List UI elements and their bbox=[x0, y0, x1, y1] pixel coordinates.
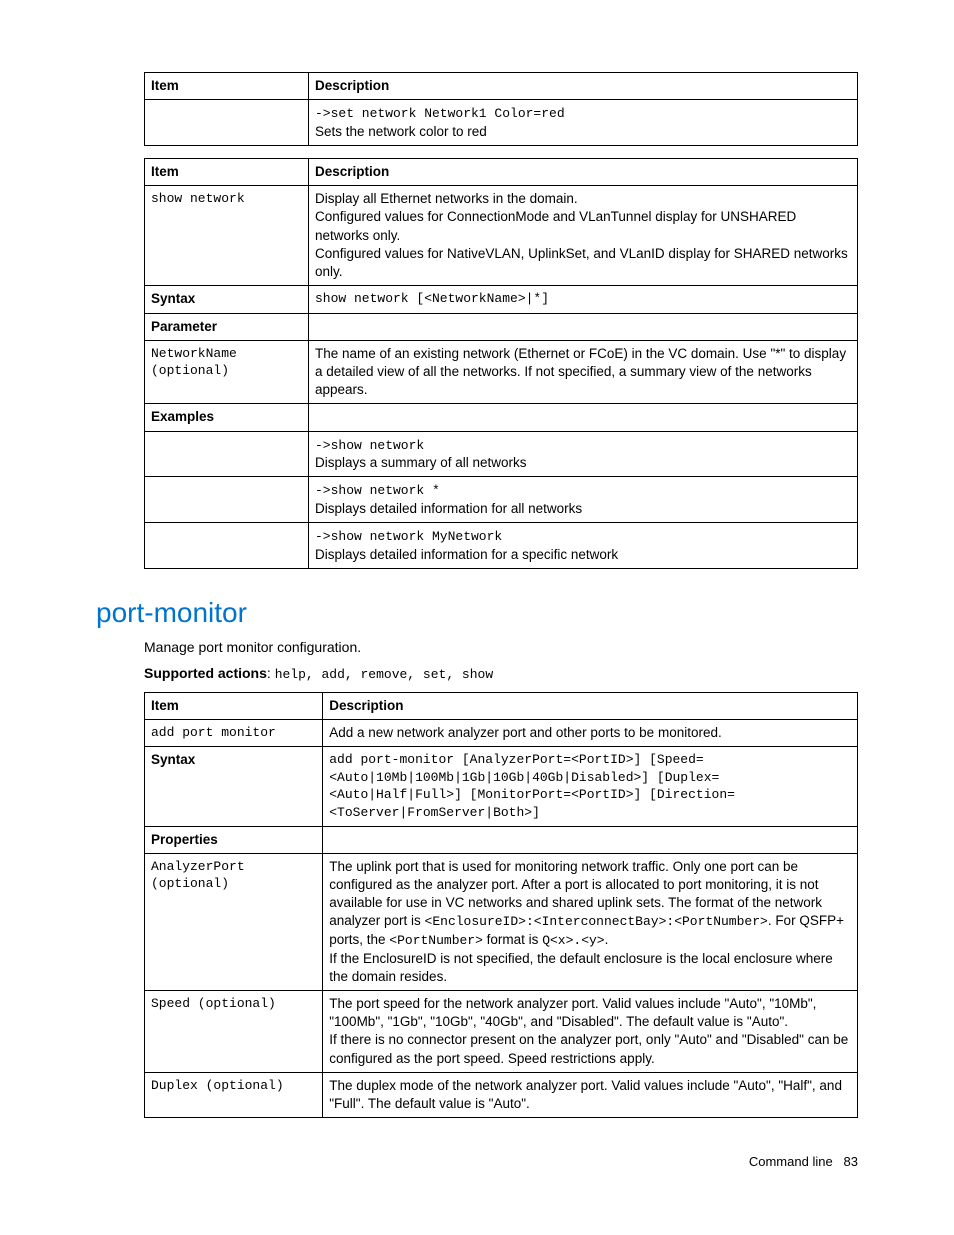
t2-ex2-text: Displays detailed information for all ne… bbox=[315, 501, 582, 516]
t2-ex2-desc: ->show network * Displays detailed infor… bbox=[308, 477, 857, 523]
t3-analyzer-desc: The uplink port that is used for monitor… bbox=[323, 853, 858, 990]
t1-item-cell bbox=[145, 100, 309, 146]
footer-page: 83 bbox=[844, 1154, 858, 1169]
t1-header-desc: Description bbox=[308, 73, 857, 100]
t3-syntax-label: Syntax bbox=[145, 747, 323, 826]
show-network-table: Item Description show network Display al… bbox=[144, 158, 858, 569]
t2-ex3-code: ->show network MyNetwork bbox=[315, 529, 502, 544]
t1-code: ->set network Network1 Color=red bbox=[315, 106, 565, 121]
t3-header-item: Item bbox=[145, 692, 323, 719]
t2-show-desc: Display all Ethernet networks in the dom… bbox=[308, 186, 857, 286]
t3-syntax-code: add port-monitor [AnalyzerPort=<PortID>]… bbox=[323, 747, 858, 826]
t1-desc-cell: ->set network Network1 Color=red Sets th… bbox=[308, 100, 857, 146]
supported-actions-line: Supported actions: help, add, remove, se… bbox=[144, 665, 858, 682]
supported-label: Supported actions bbox=[144, 665, 267, 681]
t2-ex2-code: ->show network * bbox=[315, 483, 440, 498]
t3-header-desc: Description bbox=[323, 692, 858, 719]
t2-ex3-desc: ->show network MyNetwork Displays detail… bbox=[308, 523, 857, 569]
t3-speed-item: Speed (optional) bbox=[145, 990, 323, 1072]
t2-ex1-item bbox=[145, 431, 309, 477]
t3-analyzer-fmt1: <EnclosureID>:<InterconnectBay>:<PortNum… bbox=[425, 914, 768, 929]
t2-examples-empty bbox=[308, 404, 857, 431]
t2-header-item: Item bbox=[145, 158, 309, 185]
t3-add-desc: Add a new network analyzer port and othe… bbox=[323, 720, 858, 747]
footer-text: Command line bbox=[749, 1154, 833, 1169]
t3-analyzer-mid3: . bbox=[605, 932, 609, 947]
t3-properties-label: Properties bbox=[145, 826, 323, 853]
t2-ex3-item bbox=[145, 523, 309, 569]
t2-ex3-text: Displays detailed information for a spec… bbox=[315, 547, 618, 562]
t3-analyzer-mid2: format is bbox=[483, 932, 542, 947]
t2-show-item: show network bbox=[145, 186, 309, 286]
t2-syntax-code: show network [<NetworkName>|*] bbox=[308, 286, 857, 313]
t3-speed-desc: The port speed for the network analyzer … bbox=[323, 990, 858, 1072]
supported-actions: help, add, remove, set, show bbox=[275, 667, 493, 682]
t3-analyzer-fmt3: Q<x>.<y> bbox=[542, 933, 604, 948]
page-footer: Command line 83 bbox=[96, 1154, 858, 1169]
t3-duplex-desc: The duplex mode of the network analyzer … bbox=[323, 1072, 858, 1117]
t2-parameter-label: Parameter bbox=[145, 313, 309, 340]
t2-examples-label: Examples bbox=[145, 404, 309, 431]
t1-header-item: Item bbox=[145, 73, 309, 100]
t2-networkname-desc: The name of an existing network (Etherne… bbox=[308, 340, 857, 404]
section-intro: Manage port monitor configuration. bbox=[144, 639, 858, 655]
t2-header-desc: Description bbox=[308, 158, 857, 185]
t3-duplex-item: Duplex (optional) bbox=[145, 1072, 323, 1117]
t3-analyzer-item: AnalyzerPort (optional) bbox=[145, 853, 323, 990]
t2-parameter-empty bbox=[308, 313, 857, 340]
t2-ex1-code: ->show network bbox=[315, 438, 424, 453]
t2-ex1-text: Displays a summary of all networks bbox=[315, 455, 527, 470]
set-network-table: Item Description ->set network Network1 … bbox=[144, 72, 858, 146]
t3-analyzer-fmt2: <PortNumber> bbox=[389, 933, 483, 948]
t3-properties-empty bbox=[323, 826, 858, 853]
port-monitor-table: Item Description add port monitor Add a … bbox=[144, 692, 858, 1118]
t3-add-item: add port monitor bbox=[145, 720, 323, 747]
t3-analyzer-post: If the EnclosureID is not specified, the… bbox=[329, 951, 833, 984]
t2-ex2-item bbox=[145, 477, 309, 523]
t1-text: Sets the network color to red bbox=[315, 124, 487, 139]
section-title-port-monitor: port-monitor bbox=[96, 597, 858, 629]
t2-syntax-label: Syntax bbox=[145, 286, 309, 313]
t2-ex1-desc: ->show network Displays a summary of all… bbox=[308, 431, 857, 477]
t2-networkname-item: NetworkName (optional) bbox=[145, 340, 309, 404]
